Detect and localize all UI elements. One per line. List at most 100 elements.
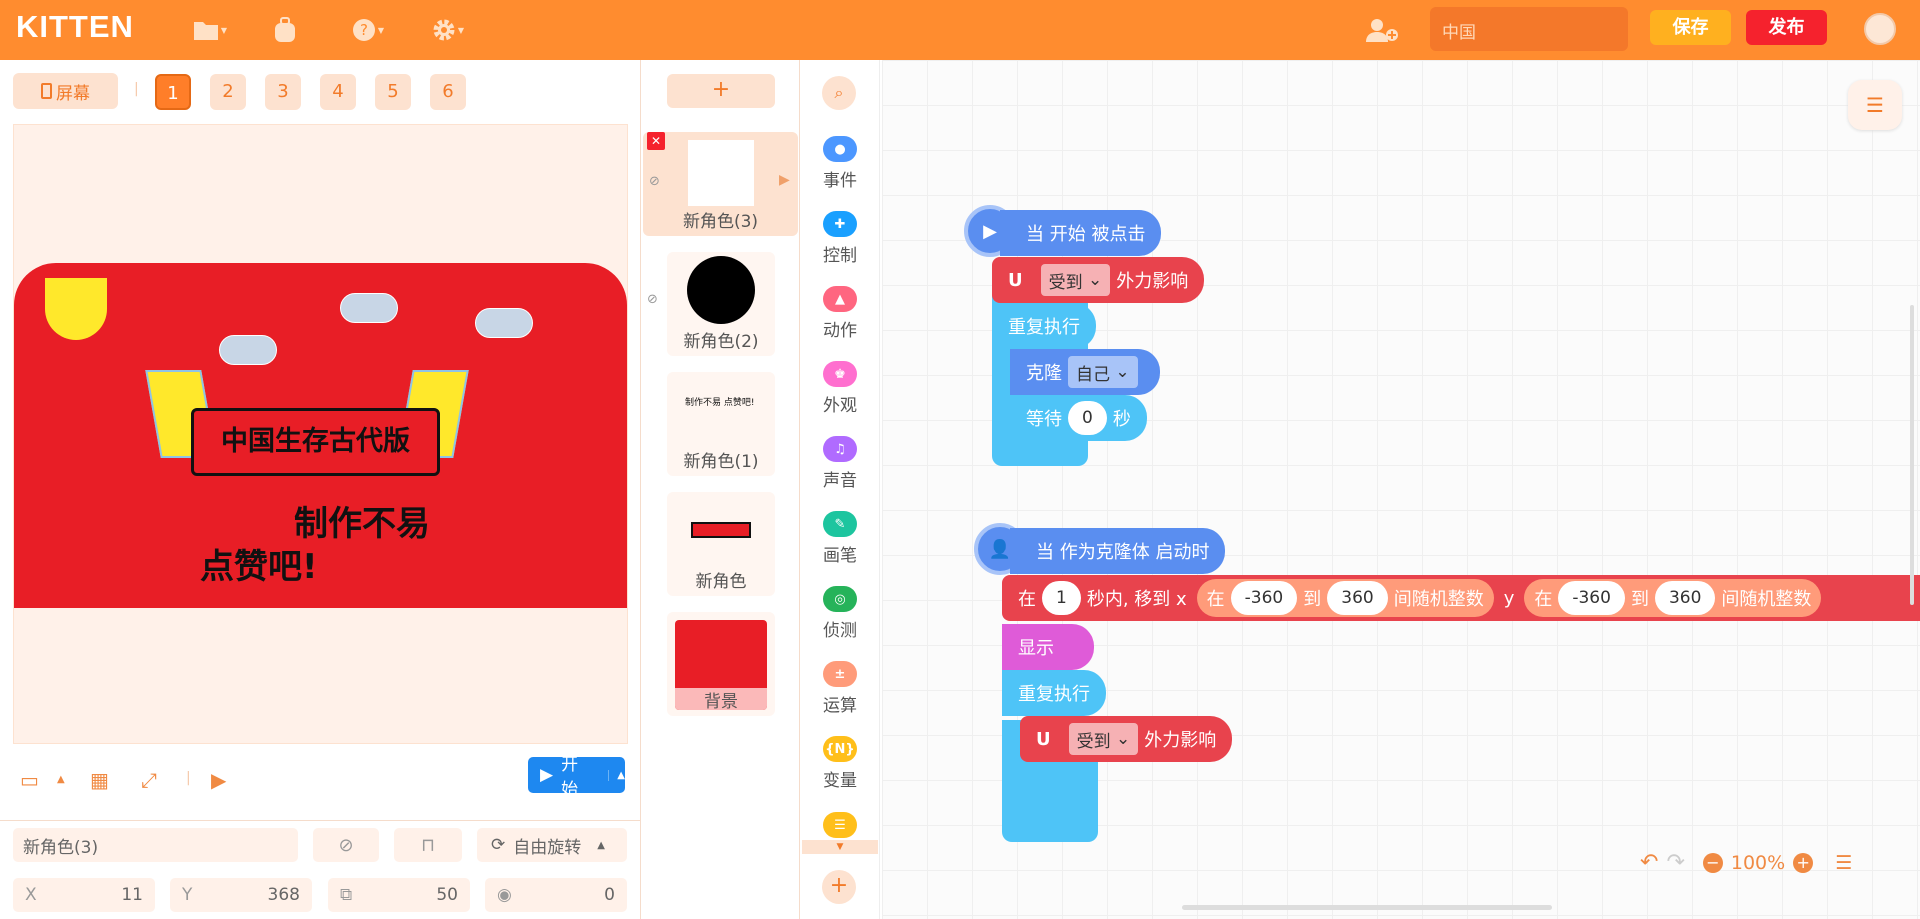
random-x-block[interactable]: 在 -360 到 360 间随机整数 [1196,579,1494,617]
add-collaborator-button[interactable] [1362,14,1402,46]
direction-field[interactable]: ◉ 0 [485,878,627,912]
chevron-up-icon: ▲ [597,839,605,851]
help-menu-button[interactable]: ? ▼ [348,14,388,46]
wait-seconds-input[interactable]: 0 [1068,401,1107,435]
add-user-icon [1366,19,1398,42]
sprite-label: 新角色(2) [683,332,759,352]
sprite-list-panel: + ✕ ⊘ ▶ 新角色(3) ⊘ 新角色(2) 制作不易 点赞吧! 新角色(1)… [640,60,800,919]
wait-block[interactable]: 等待 0 秒 [1010,395,1147,441]
when-clone-starts-block[interactable]: 当 作为克隆体 启动时 [1010,528,1226,574]
backpack-button[interactable] [265,14,305,46]
category-sound[interactable]: ♫ 声音 [800,436,880,506]
category-scroll-down[interactable]: ▼ [802,840,878,854]
grid-icon[interactable]: ▦ [90,768,109,792]
stage-size-icon[interactable]: ▭ [20,768,39,792]
block-outline-button[interactable]: ☰ [1848,80,1902,130]
operators-icon: ± [823,661,857,687]
list-icon: ☰ [823,812,857,838]
add-extension-button[interactable]: + [822,870,856,904]
screen-tab-4[interactable]: 4 [320,74,356,110]
code-workspace[interactable]: ☰ ▶ 当 开始 被点击 U 受到 ⌄ 外力影响 重复执行 克隆 自己 ⌄ 等待… [882,60,1920,919]
category-looks[interactable]: ♚ 外观 [800,361,880,431]
screen-tab-6[interactable]: 6 [430,74,466,110]
zoom-controls: ↶ ↷ − 100% + ☰ [1640,850,1852,875]
size-field[interactable]: ⧉ 50 [328,878,470,912]
chevron-up-icon[interactable]: ▲ [608,769,625,781]
random-y-block[interactable]: 在 -360 到 360 间随机整数 [1524,579,1822,617]
y-position-field[interactable]: Y 368 [170,878,312,912]
horizontal-scrollbar[interactable] [1182,905,1552,910]
direction-icon: ◉ [497,885,512,905]
force-dropdown[interactable]: 受到 ⌄ [1040,264,1111,296]
screen-tab-5[interactable]: 5 [375,74,411,110]
category-events[interactable]: ● 事件 [800,136,880,206]
play-preview-icon[interactable]: ▶ [211,768,226,792]
publish-button[interactable]: 发布 [1746,10,1827,45]
when-start-clicked-block[interactable]: 当 开始 被点击 [1000,210,1162,256]
stage-canvas[interactable]: 中国生存古代版 制作不易 点赞吧! [13,124,628,744]
category-pen[interactable]: ✎ 画笔 [800,511,880,581]
category-sensing[interactable]: ◎ 侦测 [800,586,880,656]
random-x-max-input[interactable]: 360 [1327,581,1388,615]
sprite-name-input[interactable]: 新角色(3) [13,828,298,862]
show-block[interactable]: 显示 [1002,624,1094,670]
user-avatar[interactable] [1864,13,1896,45]
force-effect-block[interactable]: U 受到 ⌄ 外力影响 [992,257,1205,303]
save-button[interactable]: 保存 [1650,10,1731,45]
zoom-out-icon[interactable]: − [1702,852,1723,873]
screen-tab-1[interactable]: 1 [155,74,191,110]
zoom-in-icon[interactable]: + [1793,852,1814,873]
eye-hidden-icon[interactable]: ⊘ [649,174,660,189]
force-effect-block[interactable]: U 受到 ⌄ 外力影响 [1020,716,1233,762]
force-dropdown[interactable]: 受到 ⌄ [1068,723,1139,755]
rotation-mode-select[interactable]: ⟳ 自由旋转 ▲ [477,828,627,862]
screen-tab-3[interactable]: 3 [265,74,301,110]
slogan-line-2: 点赞吧! [200,547,318,587]
redo-icon[interactable]: ↷ [1666,850,1684,875]
expand-arrow-icon[interactable]: ▶ [779,172,790,188]
category-variables[interactable]: {N} 变量 [800,736,880,806]
block-search-button[interactable]: ⌕ [822,76,856,110]
random-x-min-input[interactable]: -360 [1230,581,1298,615]
vertical-scrollbar[interactable] [1910,305,1914,605]
delete-sprite-icon[interactable]: ✕ [647,132,665,150]
screen-manager-button[interactable]: 屏幕 [13,73,118,109]
glide-seconds-input[interactable]: 1 [1042,581,1081,615]
fullscreen-icon[interactable]: ⤢ [141,768,157,792]
category-control[interactable]: ✚ 控制 [800,211,880,281]
sprite-item[interactable]: ⊘ 新角色(2) [647,252,775,356]
lock-toggle[interactable]: ⊓ [394,828,462,862]
sprite-item[interactable]: 新角色 [667,492,775,596]
visibility-toggle[interactable]: ⊘ [313,828,379,862]
clone-target-dropdown[interactable]: 自己 ⌄ [1068,356,1138,388]
looks-icon: ♚ [823,361,857,387]
x-position-field[interactable]: X 11 [13,878,155,912]
start-button[interactable]: ▶ 开始 ▲ [528,755,625,800]
add-sprite-button[interactable]: + [667,74,775,108]
screen-tab-2[interactable]: 2 [210,74,246,110]
variables-icon: {N} [823,736,857,762]
sprite-item[interactable]: 制作不易 点赞吧! 新角色(1) [667,372,775,476]
sprite-item-selected[interactable]: ✕ ⊘ ▶ 新角色(3) [643,132,798,236]
stage-size-caret-icon[interactable]: ▲ [57,774,65,785]
direction-value: 0 [604,885,615,905]
settings-menu-button[interactable]: ▼ [428,14,468,46]
glide-to-xy-block[interactable]: 在 1 秒内, 移到 x 在 -360 到 360 间随机整数 y 在 -360… [1002,575,1920,621]
eye-hidden-icon: ⊘ [338,834,354,856]
random-y-max-input[interactable]: 360 [1654,581,1716,615]
stage-panel: 屏幕 | 1 2 3 4 5 6 中国生存古代版 制作不易 点赞吧! ▭ ▲ ▦… [0,60,640,919]
project-name-input[interactable]: 中国 [1430,7,1628,51]
category-motion[interactable]: ▲ 动作 [800,286,880,356]
undo-icon[interactable]: ↶ [1640,850,1658,875]
category-operators[interactable]: ± 运算 [800,661,880,731]
file-menu-button[interactable]: ▼ [190,14,230,46]
eye-hidden-icon[interactable]: ⊘ [647,292,658,307]
repeat-forever-block[interactable]: 重复执行 [1002,670,1106,716]
random-y-min-input[interactable]: -360 [1558,581,1625,615]
repeat-forever-block[interactable]: 重复执行 [992,303,1096,349]
align-blocks-icon[interactable]: ☰ [1835,852,1852,874]
sprite-item[interactable]: 背景 [667,612,775,716]
search-icon: ⌕ [834,83,844,102]
zoom-level: 100% [1730,851,1786,874]
clone-block[interactable]: 克隆 自己 ⌄ [1010,349,1160,395]
